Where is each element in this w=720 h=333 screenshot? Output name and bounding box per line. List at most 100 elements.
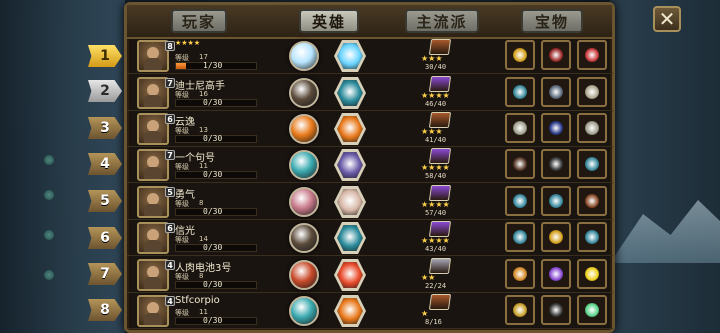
faction-book-icon[interactable] (428, 185, 452, 201)
hero-icon[interactable] (289, 223, 319, 253)
treasure-gem-icon (549, 85, 563, 99)
faction-book-icon[interactable] (428, 148, 452, 164)
leaderboard-row[interactable]: 4 Stfcorpio 等级 11 0/30 ★ 8/16 (127, 293, 613, 329)
skill-hex-icon[interactable] (334, 259, 366, 291)
treasure-gem-icon (513, 230, 527, 244)
treasure-gem-icon (513, 85, 527, 99)
faction-stars: ★★★ (421, 54, 443, 63)
hero-icon[interactable] (289, 296, 319, 326)
level-value: 13 (199, 126, 208, 134)
background-right (610, 0, 720, 333)
faction-stars: ★ (421, 309, 429, 318)
hero-icon[interactable] (289, 187, 319, 217)
leaderboard-row[interactable]: 4 人肉电池3号 等级 8 0/30 ★★ 22/24 (127, 257, 613, 293)
experience-text: 0/30 (203, 207, 223, 216)
treasure-slot-3[interactable] (577, 186, 607, 216)
experience-text: 1/30 (203, 61, 223, 70)
treasure-gem-icon (585, 85, 599, 99)
leaderboard-row[interactable]: 7 迪士尼高手 等级 16 0/30 ★★★★ 46/40 (127, 75, 613, 111)
treasure-gem-icon (513, 157, 527, 171)
faction-stars: ★★★★ (421, 91, 450, 100)
faction-book-icon[interactable] (428, 294, 452, 310)
treasure-slot-3[interactable] (577, 259, 607, 289)
skill-hex-icon[interactable] (334, 40, 366, 72)
player-avatar[interactable]: 7 (137, 77, 175, 109)
player-avatar[interactable]: 6 (137, 222, 175, 254)
faction-book-icon[interactable] (428, 258, 452, 274)
treasure-slot-3[interactable] (577, 149, 607, 179)
leaderboard-row[interactable]: 8 ★★★★ 等级 17 1/30 ★★★ 30/40 (127, 38, 613, 74)
faction-count: 30/40 (425, 63, 447, 71)
treasure-slot-2[interactable] (541, 186, 571, 216)
skill-hex-icon[interactable] (334, 149, 366, 181)
treasure-slot-2[interactable] (541, 222, 571, 252)
treasure-slot-1[interactable] (505, 113, 535, 143)
skill-hex-inner (337, 152, 363, 178)
treasure-slot-2[interactable] (541, 259, 571, 289)
leaderboard-row[interactable]: 7 一个句号 等级 11 0/30 ★★★★ 58/40 (127, 147, 613, 183)
treasure-slot-2[interactable] (541, 40, 571, 70)
player-avatar[interactable]: 7 (137, 149, 175, 181)
treasure-slot-2[interactable] (541, 77, 571, 107)
tab-players[interactable]: 玩家 (171, 9, 227, 33)
treasure-slot-2[interactable] (541, 149, 571, 179)
hero-icon[interactable] (289, 78, 319, 108)
treasure-gem-icon (513, 303, 527, 317)
faction-book-icon[interactable] (428, 76, 452, 92)
skill-hex-icon[interactable] (334, 77, 366, 109)
hero-icon[interactable] (289, 114, 319, 144)
tab-treasures[interactable]: 宝物 (521, 9, 583, 33)
hero-icon[interactable] (289, 41, 319, 71)
treasure-slot-2[interactable] (541, 295, 571, 325)
player-avatar[interactable]: 8 (137, 40, 175, 72)
leaderboard-row[interactable]: 5 勇气 等级 8 0/30 ★★★★ 57/40 (127, 184, 613, 220)
treasure-slot-1[interactable] (505, 259, 535, 289)
skill-hex-icon[interactable] (334, 113, 366, 145)
tab-main-faction[interactable]: 主流派 (405, 9, 479, 33)
treasure-slot-3[interactable] (577, 222, 607, 252)
player-avatar[interactable]: 6 (137, 113, 175, 145)
skill-hex-icon[interactable] (334, 295, 366, 327)
hero-icon[interactable] (289, 150, 319, 180)
player-avatar[interactable]: 5 (137, 186, 175, 218)
skill-hex-icon[interactable] (334, 186, 366, 218)
treasure-gem-icon (549, 267, 563, 281)
faction-stars: ★★★ (421, 127, 443, 136)
treasure-slot-3[interactable] (577, 113, 607, 143)
player-avatar[interactable]: 4 (137, 295, 175, 327)
experience-fill (176, 63, 186, 69)
avatar-body (144, 131, 162, 143)
close-button[interactable]: ✕ (653, 6, 681, 32)
faction-book-icon[interactable] (428, 221, 452, 237)
background-glow (44, 155, 54, 165)
leaderboard-row[interactable]: 6 信光 等级 14 0/30 ★★★★ 43/40 (127, 220, 613, 256)
treasure-slot-3[interactable] (577, 77, 607, 107)
treasure-slot-1[interactable] (505, 149, 535, 179)
background-glow (44, 190, 54, 200)
treasure-gem-icon (585, 194, 599, 208)
leaderboard-row[interactable]: 6 云逸 等级 13 0/30 ★★★ 41/40 (127, 111, 613, 147)
experience-text: 0/30 (203, 170, 223, 179)
skill-hex-icon[interactable] (334, 222, 366, 254)
tab-heroes[interactable]: 英雄 (299, 9, 359, 33)
treasure-slot-1[interactable] (505, 222, 535, 252)
treasure-slot-3[interactable] (577, 40, 607, 70)
level-value: 16 (199, 90, 208, 98)
treasure-slot-3[interactable] (577, 295, 607, 325)
vip-level-badge: 7 (165, 78, 175, 88)
hero-icon[interactable] (289, 260, 319, 290)
faction-count: 57/40 (425, 209, 447, 217)
treasure-slot-2[interactable] (541, 113, 571, 143)
treasure-slot-1[interactable] (505, 40, 535, 70)
faction-book-icon[interactable] (428, 39, 452, 55)
level-value: 11 (199, 162, 208, 170)
player-avatar[interactable]: 4 (137, 259, 175, 291)
treasure-slot-1[interactable] (505, 77, 535, 107)
avatar-body (144, 277, 162, 289)
treasure-slot-1[interactable] (505, 186, 535, 216)
treasure-slot-1[interactable] (505, 295, 535, 325)
skill-hex-inner (337, 225, 363, 251)
treasure-gem-icon (585, 303, 599, 317)
faction-book-icon[interactable] (428, 112, 452, 128)
treasure-gem-icon (513, 121, 527, 135)
